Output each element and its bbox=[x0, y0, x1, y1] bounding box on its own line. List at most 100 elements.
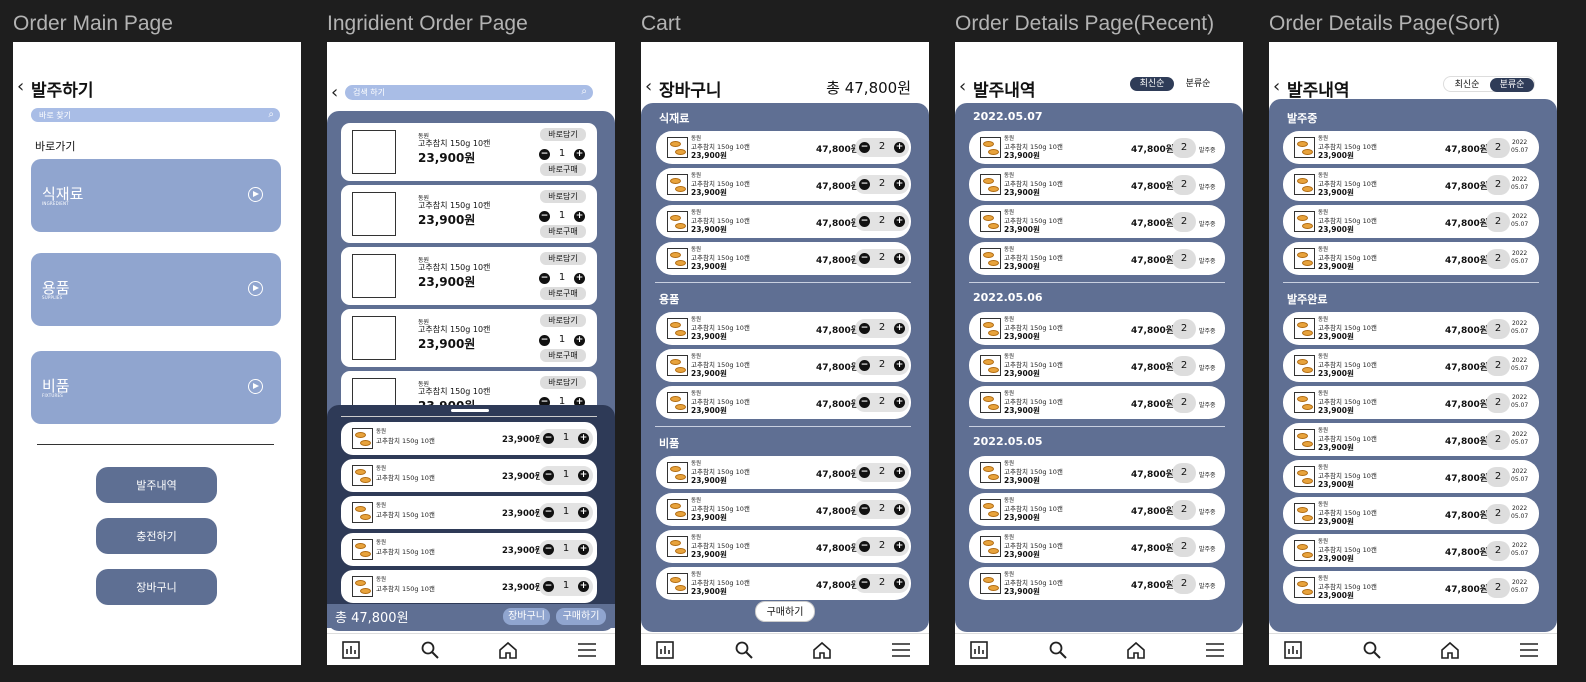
plus-button[interactable]: + bbox=[578, 470, 589, 481]
order-history-button[interactable]: 발주내역 bbox=[96, 467, 217, 503]
category-card-ingredient[interactable]: 식재료 INGREDIENT bbox=[31, 159, 281, 232]
minus-button[interactable]: − bbox=[539, 149, 550, 160]
minus-button[interactable]: − bbox=[543, 470, 554, 481]
category-card-fixtures[interactable]: 비품 FIXTURES bbox=[31, 351, 281, 424]
plus-button[interactable]: + bbox=[894, 504, 905, 515]
search-icon[interactable] bbox=[420, 640, 440, 660]
add-to-cart-tag[interactable]: 바로담기 bbox=[540, 128, 586, 141]
order-row[interactable]: 동원 고추참치 150g 10캔 23,900원 47,800원 2 2022 05.07 bbox=[1283, 349, 1539, 382]
plus-button[interactable]: + bbox=[574, 335, 585, 346]
minus-button[interactable]: − bbox=[859, 360, 870, 371]
sheet-cart-row[interactable]: 동원 고추참치 150g 10캔 23,900원 −1 + bbox=[341, 570, 597, 603]
product-card[interactable]: 동원고추참치 150g 10캔23,900원바로담기−1+바로구매 bbox=[341, 123, 597, 181]
sheet-cart-row[interactable]: 동원 고추참치 150g 10캔 23,900원 −1 + bbox=[341, 496, 597, 529]
cart-row[interactable]: 동원 고추참치 150g 10캔 23,900원 47,800원 −2 + bbox=[656, 131, 911, 164]
plus-button[interactable]: + bbox=[894, 578, 905, 589]
home-icon[interactable] bbox=[1440, 640, 1460, 660]
checkout-button[interactable]: 구매하기 bbox=[755, 601, 815, 622]
chart-icon[interactable] bbox=[655, 640, 675, 660]
buy-now-tag[interactable]: 바로구매 bbox=[540, 225, 586, 238]
order-row[interactable]: 동원 고추참치 150g 10캔 23,900원 47,800원 2 2022 05.07 bbox=[1283, 571, 1539, 604]
minus-button[interactable]: − bbox=[859, 216, 870, 227]
plus-button[interactable]: + bbox=[578, 581, 589, 592]
plus-button[interactable]: + bbox=[574, 211, 585, 222]
order-row[interactable]: 동원 고추참치 150g 10캔 23,900원 47,800원 2 2022 05.07 bbox=[1283, 386, 1539, 419]
order-row[interactable]: 동원 고추참치 150g 10캔 23,900원 47,800원 2 2022 05.07 bbox=[1283, 205, 1539, 238]
home-icon[interactable] bbox=[812, 640, 832, 660]
minus-button[interactable]: − bbox=[859, 179, 870, 190]
back-icon[interactable]: ‹ bbox=[331, 82, 338, 103]
plus-button[interactable]: + bbox=[894, 216, 905, 227]
plus-button[interactable]: + bbox=[578, 507, 589, 518]
order-row[interactable]: 동원 고추참치 150g 10캔 23,900원 47,800원 2 2022 05.07 bbox=[1283, 497, 1539, 530]
plus-button[interactable]: + bbox=[894, 467, 905, 478]
plus-button[interactable]: + bbox=[894, 142, 905, 153]
minus-button[interactable]: − bbox=[859, 578, 870, 589]
minus-button[interactable]: − bbox=[543, 507, 554, 518]
order-row[interactable]: 동원 고추참치 150g 10캔 23,900원 47,800원 2 2022 05.07 bbox=[1283, 423, 1539, 456]
cart-row[interactable]: 동원 고추참치 150g 10캔 23,900원 47,800원 −2 + bbox=[656, 205, 911, 238]
cart-row[interactable]: 동원 고추참치 150g 10캔 23,900원 47,800원 −2 + bbox=[656, 386, 911, 419]
plus-button[interactable]: + bbox=[894, 323, 905, 334]
order-row[interactable]: 동원 고추참치 150g 10캔 23,900원 47,800원 2 2022 05.07 bbox=[1283, 312, 1539, 345]
plus-button[interactable]: + bbox=[894, 397, 905, 408]
chart-icon[interactable] bbox=[341, 640, 361, 660]
order-row[interactable]: 동원 고추참치 150g 10캔 23,900원 47,800원 2 발주중 bbox=[969, 205, 1225, 238]
search-input[interactable]: 바로 찾기 ⌕ bbox=[31, 108, 280, 122]
sheet-cart-row[interactable]: 동원 고추참치 150g 10캔 23,900원 −1 + bbox=[341, 533, 597, 566]
cart-row[interactable]: 동원 고추참치 150g 10캔 23,900원 47,800원 −2 + bbox=[656, 168, 911, 201]
minus-button[interactable]: − bbox=[543, 544, 554, 555]
order-row[interactable]: 동원 고추참치 150g 10캔 23,900원 47,800원 2 2022 05.07 bbox=[1283, 242, 1539, 275]
order-row[interactable]: 동원 고추참치 150g 10캔 23,900원 47,800원 2 2022 05.07 bbox=[1283, 534, 1539, 567]
menu-icon[interactable] bbox=[1205, 640, 1225, 660]
category-card-supplies[interactable]: 용품 SUPPLIES bbox=[31, 253, 281, 326]
product-card[interactable]: 동원고추참치 150g 10캔23,900원바로담기−1+바로구매 bbox=[341, 247, 597, 305]
search-input[interactable]: 검색 하기 ⌕ bbox=[345, 85, 593, 100]
search-icon[interactable] bbox=[1048, 640, 1068, 660]
order-row[interactable]: 동원 고추참치 150g 10캔 23,900원 47,800원 2 발주중 bbox=[969, 493, 1225, 526]
product-card[interactable]: 동원고추참치 150g 10캔23,900원바로담기−1+바로구매 bbox=[341, 309, 597, 367]
plus-button[interactable]: + bbox=[894, 179, 905, 190]
minus-button[interactable]: − bbox=[859, 253, 870, 264]
sort-recent-button[interactable]: 최신순 bbox=[1445, 78, 1489, 92]
order-row[interactable]: 동원 고추참치 150g 10캔 23,900원 47,800원 2 발주중 bbox=[969, 312, 1225, 345]
chart-icon[interactable] bbox=[1283, 640, 1303, 660]
sheet-cart-row[interactable]: 동원 고추참치 150g 10캔 23,900원 −1 + bbox=[341, 459, 597, 492]
minus-button[interactable]: − bbox=[539, 335, 550, 346]
cart-row[interactable]: 동원 고추참치 150g 10캔 23,900원 47,800원 −2 + bbox=[656, 456, 911, 489]
order-row[interactable]: 동원 고추참치 150g 10캔 23,900원 47,800원 2 2022 05.07 bbox=[1283, 131, 1539, 164]
home-icon[interactable] bbox=[498, 640, 518, 660]
minus-button[interactable]: − bbox=[859, 504, 870, 515]
order-row[interactable]: 동원 고추참치 150g 10캔 23,900원 47,800원 2 발주중 bbox=[969, 530, 1225, 563]
buy-now-tag[interactable]: 바로구매 bbox=[540, 287, 586, 300]
plus-button[interactable]: + bbox=[894, 253, 905, 264]
plus-button[interactable]: + bbox=[578, 433, 589, 444]
sort-category-button[interactable]: 분류순 bbox=[1176, 77, 1220, 91]
chart-icon[interactable] bbox=[969, 640, 989, 660]
add-to-cart-tag[interactable]: 바로담기 bbox=[540, 252, 586, 265]
minus-button[interactable]: − bbox=[859, 142, 870, 153]
plus-button[interactable]: + bbox=[574, 149, 585, 160]
cart-row[interactable]: 동원 고추참치 150g 10캔 23,900원 47,800원 −2 + bbox=[656, 530, 911, 563]
cart-row[interactable]: 동원 고추참치 150g 10캔 23,900원 47,800원 −2 + bbox=[656, 567, 911, 600]
back-icon[interactable]: ‹ bbox=[1273, 76, 1280, 97]
order-row[interactable]: 동원 고추참치 150g 10캔 23,900원 47,800원 2 발주중 bbox=[969, 349, 1225, 382]
minus-button[interactable]: − bbox=[859, 467, 870, 478]
cart-row[interactable]: 동원 고추참치 150g 10캔 23,900원 47,800원 −2 + bbox=[656, 312, 911, 345]
sheet-cart-row[interactable]: 동원 고추참치 150g 10캔 23,900원 −1 + bbox=[341, 422, 597, 455]
cart-row[interactable]: 동원 고추참치 150g 10캔 23,900원 47,800원 −2 + bbox=[656, 349, 911, 382]
sort-recent-button[interactable]: 최신순 bbox=[1130, 77, 1174, 91]
search-icon[interactable]: ⌕ bbox=[268, 109, 274, 120]
sort-category-button[interactable]: 분류순 bbox=[1490, 78, 1534, 92]
add-to-cart-tag[interactable]: 바로담기 bbox=[540, 190, 586, 203]
order-row[interactable]: 동원 고추참치 150g 10캔 23,900원 47,800원 2 발주중 bbox=[969, 567, 1225, 600]
minus-button[interactable]: − bbox=[543, 433, 554, 444]
add-to-cart-tag[interactable]: 바로담기 bbox=[540, 314, 586, 327]
plus-button[interactable]: + bbox=[578, 544, 589, 555]
buy-now-tag[interactable]: 바로구매 bbox=[540, 349, 586, 362]
order-row[interactable]: 동원 고추참치 150g 10캔 23,900원 47,800원 2 발주중 bbox=[969, 386, 1225, 419]
buy-now-tag[interactable]: 바로구매 bbox=[540, 163, 586, 176]
minus-button[interactable]: − bbox=[539, 211, 550, 222]
minus-button[interactable]: − bbox=[539, 273, 550, 284]
minus-button[interactable]: − bbox=[543, 581, 554, 592]
